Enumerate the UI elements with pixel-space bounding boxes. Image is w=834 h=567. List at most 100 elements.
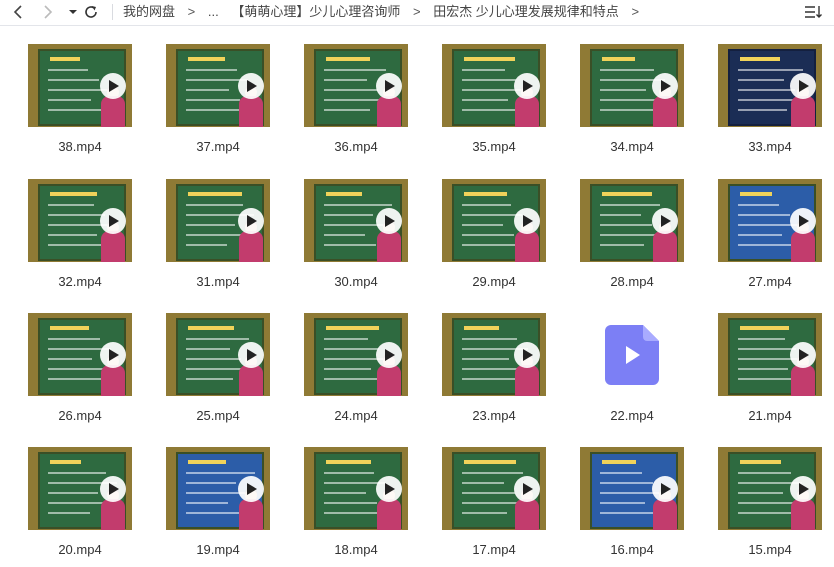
file-tile[interactable]: 26.mp4 bbox=[28, 313, 138, 433]
video-thumbnail[interactable] bbox=[304, 447, 408, 530]
video-thumbnail[interactable] bbox=[580, 179, 684, 262]
forward-arrow-icon[interactable] bbox=[38, 3, 56, 21]
file-tile[interactable]: 16.mp4 bbox=[580, 447, 690, 567]
file-name: 20.mp4 bbox=[58, 542, 102, 557]
lecturer-body bbox=[791, 231, 815, 262]
play-icon[interactable] bbox=[514, 475, 540, 502]
play-icon[interactable] bbox=[376, 475, 402, 502]
play-icon[interactable] bbox=[652, 72, 678, 99]
toolbar-divider bbox=[112, 4, 113, 20]
video-thumbnail[interactable] bbox=[442, 44, 546, 127]
play-icon[interactable] bbox=[100, 72, 126, 99]
video-thumbnail[interactable] bbox=[28, 313, 132, 396]
play-icon[interactable] bbox=[652, 475, 678, 502]
refresh-icon[interactable] bbox=[82, 3, 100, 21]
slide-heading bbox=[50, 326, 89, 330]
slide-heading bbox=[464, 192, 507, 196]
play-icon[interactable] bbox=[100, 475, 126, 502]
play-icon[interactable] bbox=[790, 475, 816, 502]
file-tile[interactable]: 31.mp4 bbox=[166, 179, 276, 299]
breadcrumb-separator: > bbox=[187, 4, 196, 19]
video-thumbnail[interactable] bbox=[442, 179, 546, 262]
file-name: 27.mp4 bbox=[748, 274, 792, 289]
play-icon[interactable] bbox=[100, 207, 126, 234]
file-tile[interactable]: 20.mp4 bbox=[28, 447, 138, 567]
file-tile[interactable]: 33.mp4 bbox=[718, 44, 828, 164]
file-tile[interactable]: 22.mp4 bbox=[580, 313, 690, 433]
play-icon[interactable] bbox=[100, 341, 126, 368]
file-tile[interactable]: 19.mp4 bbox=[166, 447, 276, 567]
play-icon[interactable] bbox=[790, 341, 816, 368]
file-tile[interactable]: 36.mp4 bbox=[304, 44, 414, 164]
video-thumbnail[interactable] bbox=[166, 44, 270, 127]
file-tile[interactable]: 27.mp4 bbox=[718, 179, 828, 299]
breadcrumb-ellipsis[interactable]: ... bbox=[208, 4, 219, 19]
video-thumbnail[interactable] bbox=[304, 179, 408, 262]
video-thumbnail[interactable] bbox=[28, 44, 132, 127]
video-thumbnail[interactable] bbox=[580, 44, 684, 127]
breadcrumb-course-folder[interactable]: 【萌萌心理】少儿心理咨询师 bbox=[231, 4, 400, 19]
play-icon[interactable] bbox=[238, 341, 264, 368]
video-thumbnail[interactable] bbox=[580, 313, 684, 396]
back-arrow-icon[interactable] bbox=[10, 3, 28, 21]
video-thumbnail[interactable] bbox=[442, 447, 546, 530]
file-tile[interactable]: 29.mp4 bbox=[442, 179, 552, 299]
video-thumbnail[interactable] bbox=[28, 179, 132, 262]
play-icon[interactable] bbox=[652, 207, 678, 234]
video-thumbnail[interactable] bbox=[718, 313, 822, 396]
file-tile[interactable]: 24.mp4 bbox=[304, 313, 414, 433]
play-icon[interactable] bbox=[790, 72, 816, 99]
slide-text-line bbox=[462, 224, 503, 226]
slide-text-line bbox=[186, 204, 243, 206]
file-tile[interactable]: 38.mp4 bbox=[28, 44, 138, 164]
play-icon[interactable] bbox=[790, 207, 816, 234]
lecturer-body bbox=[101, 499, 125, 530]
slide-text-line bbox=[324, 109, 370, 111]
video-thumbnail[interactable] bbox=[442, 313, 546, 396]
slide-heading bbox=[326, 326, 379, 330]
slide-text-line bbox=[462, 512, 507, 514]
breadcrumb-current-folder[interactable]: 田宏杰 少儿心理发展规律和特点 bbox=[433, 4, 619, 19]
play-icon[interactable] bbox=[376, 341, 402, 368]
sort-view-icon[interactable] bbox=[804, 4, 822, 20]
file-tile[interactable]: 15.mp4 bbox=[718, 447, 828, 567]
play-icon[interactable] bbox=[376, 207, 402, 234]
file-tile[interactable]: 28.mp4 bbox=[580, 179, 690, 299]
file-tile[interactable]: 30.mp4 bbox=[304, 179, 414, 299]
slide-text-line bbox=[48, 492, 98, 494]
video-thumbnail[interactable] bbox=[28, 447, 132, 530]
video-thumbnail[interactable] bbox=[166, 179, 270, 262]
video-thumbnail[interactable] bbox=[304, 44, 408, 127]
video-thumbnail[interactable] bbox=[304, 313, 408, 396]
video-thumbnail[interactable] bbox=[718, 179, 822, 262]
file-tile[interactable]: 17.mp4 bbox=[442, 447, 552, 567]
history-dropdown-icon[interactable] bbox=[64, 3, 82, 21]
video-thumbnail[interactable] bbox=[580, 447, 684, 530]
video-thumbnail[interactable] bbox=[166, 313, 270, 396]
slide-text-line bbox=[324, 204, 392, 206]
file-tile[interactable]: 23.mp4 bbox=[442, 313, 552, 433]
file-name: 26.mp4 bbox=[58, 408, 102, 423]
file-tile[interactable]: 35.mp4 bbox=[442, 44, 552, 164]
file-tile[interactable]: 34.mp4 bbox=[580, 44, 690, 164]
slide-text-line bbox=[462, 492, 515, 494]
play-icon[interactable] bbox=[238, 72, 264, 99]
play-icon[interactable] bbox=[514, 72, 540, 99]
lecturer-body bbox=[377, 365, 401, 396]
breadcrumb: 我的网盘 > ... 【萌萌心理】少儿心理咨询师 > 田宏杰 少儿心理发展规律和… bbox=[123, 0, 648, 25]
slide-text-line bbox=[462, 234, 514, 236]
video-thumbnail[interactable] bbox=[718, 44, 822, 127]
file-tile[interactable]: 18.mp4 bbox=[304, 447, 414, 567]
play-icon[interactable] bbox=[514, 207, 540, 234]
file-tile[interactable]: 21.mp4 bbox=[718, 313, 828, 433]
play-icon[interactable] bbox=[514, 341, 540, 368]
file-tile[interactable]: 32.mp4 bbox=[28, 179, 138, 299]
play-icon[interactable] bbox=[238, 475, 264, 502]
video-thumbnail[interactable] bbox=[166, 447, 270, 530]
breadcrumb-root[interactable]: 我的网盘 bbox=[123, 4, 175, 19]
play-icon[interactable] bbox=[238, 207, 264, 234]
play-icon[interactable] bbox=[376, 72, 402, 99]
video-thumbnail[interactable] bbox=[718, 447, 822, 530]
file-tile[interactable]: 25.mp4 bbox=[166, 313, 276, 433]
file-tile[interactable]: 37.mp4 bbox=[166, 44, 276, 164]
